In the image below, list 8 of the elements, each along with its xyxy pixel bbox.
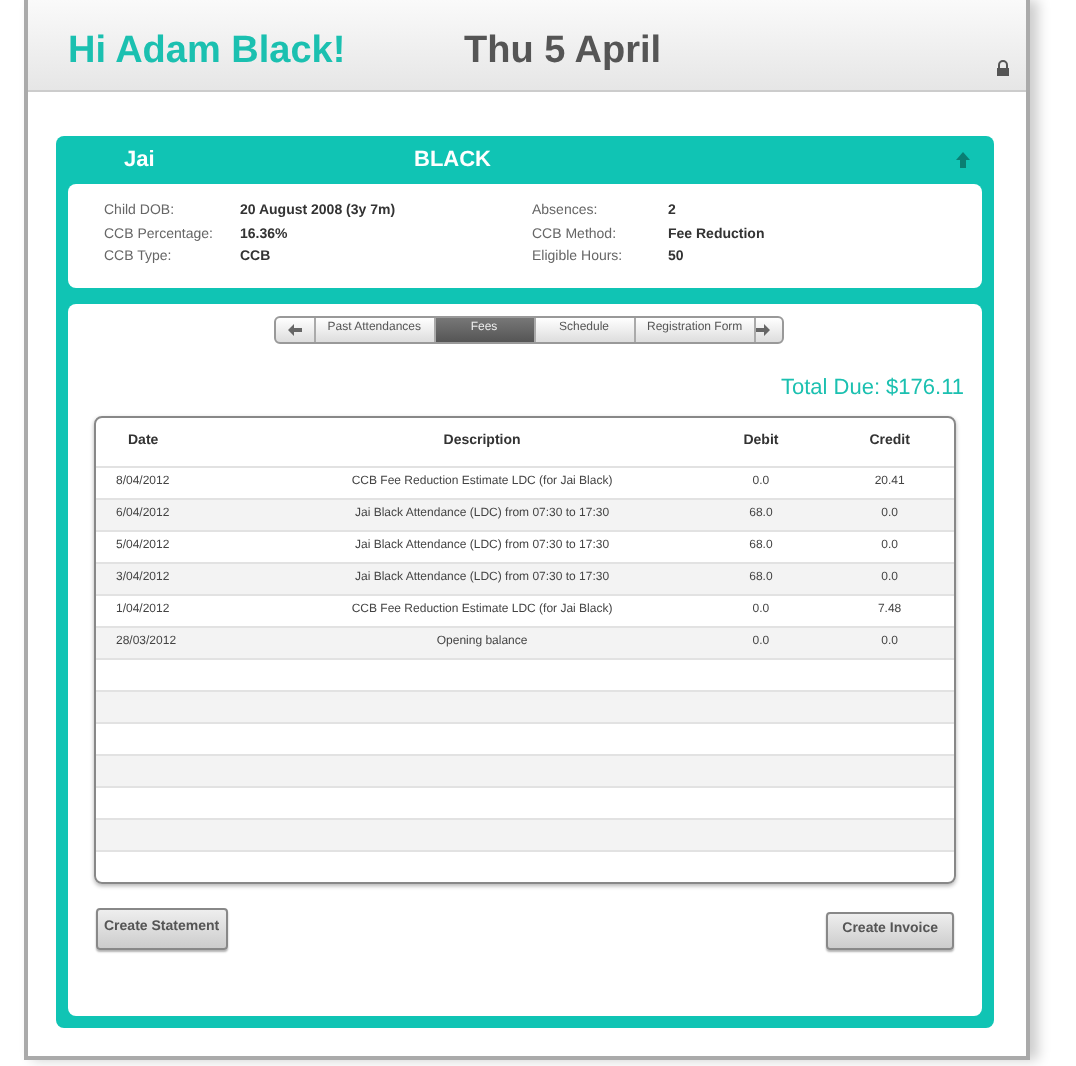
date-title: Thu 5 April: [464, 28, 662, 76]
child-first-name: Jai: [124, 145, 157, 176]
child-last-name: BLACK: [414, 145, 491, 176]
lock-icon[interactable]: [996, 60, 1010, 76]
left-arrow-icon[interactable]: [287, 323, 302, 335]
greeting: Hi Adam Black!: [68, 28, 348, 76]
total-due: Total Due: $176.11: [778, 373, 964, 403]
right-arrow-icon[interactable]: [756, 323, 771, 335]
